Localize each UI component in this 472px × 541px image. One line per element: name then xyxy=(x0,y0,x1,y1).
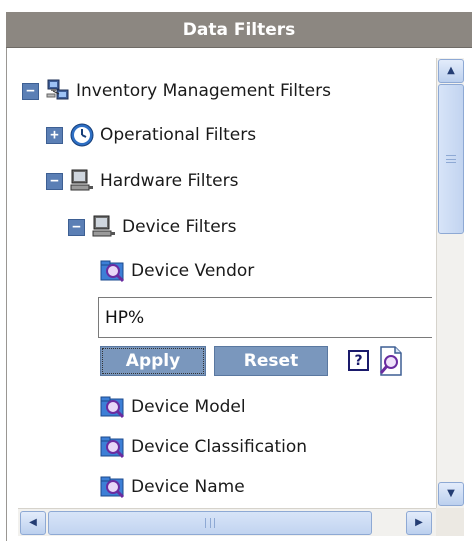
tree-node-label: Inventory Management Filters xyxy=(76,81,331,101)
search-folder-icon xyxy=(100,476,125,499)
tree-node-device-classification[interactable]: Device Classification xyxy=(100,432,307,462)
collapse-toggle[interactable]: − xyxy=(22,82,39,100)
panel-title: Data Filters xyxy=(6,12,472,48)
collapse-toggle[interactable]: − xyxy=(46,172,63,190)
search-folder-icon xyxy=(100,260,125,283)
computer-icon xyxy=(92,215,115,237)
collapse-toggle[interactable]: − xyxy=(68,218,85,236)
tree-node-device-vendor[interactable]: Device Vendor xyxy=(100,256,254,286)
apply-button[interactable]: Apply xyxy=(100,346,206,376)
search-document-icon[interactable] xyxy=(376,345,406,377)
search-folder-icon xyxy=(100,396,125,419)
grip-icon xyxy=(446,155,456,163)
tree-node-operational-filters[interactable]: + Operational Filters xyxy=(46,120,256,150)
tree-node-hardware-filters[interactable]: − Hardware Filters xyxy=(46,166,238,196)
chevron-right-icon: ▶ xyxy=(415,517,423,528)
device-vendor-input[interactable] xyxy=(98,297,432,338)
reset-button[interactable]: Reset xyxy=(214,346,328,376)
tree-node-label: Device Name xyxy=(131,477,245,497)
tree-node-device-name[interactable]: Device Name xyxy=(100,472,245,502)
search-folder-icon xyxy=(100,436,125,459)
tree-node-label: Operational Filters xyxy=(100,125,257,145)
network-computers-icon xyxy=(46,79,69,100)
tree-node-label: Device Classification xyxy=(131,437,308,457)
tree-node-label: Hardware Filters xyxy=(100,171,239,191)
grip-icon xyxy=(205,518,215,528)
help-icon[interactable]: ? xyxy=(348,350,369,371)
scroll-down-button[interactable]: ▼ xyxy=(438,482,464,506)
vertical-scrollbar[interactable]: ▲ ▼ xyxy=(436,58,464,508)
scroll-up-button[interactable]: ▲ xyxy=(438,59,464,83)
horizontal-scrollbar[interactable]: ◀ ▶ xyxy=(18,508,436,536)
clock-icon xyxy=(70,123,94,147)
scrollbar-corner xyxy=(436,508,464,536)
scroll-right-button[interactable]: ▶ xyxy=(406,511,432,535)
chevron-down-icon: ▼ xyxy=(447,488,455,499)
chevron-up-icon: ▲ xyxy=(447,65,455,76)
tree-node-label: Device Vendor xyxy=(131,261,255,281)
tree-node-device-filters[interactable]: − Device Filters xyxy=(68,212,237,242)
horizontal-scroll-thumb[interactable] xyxy=(48,511,372,535)
filter-tree: − Inventory Management Filters + Operati… xyxy=(18,58,432,508)
tree-node-label: Device Model xyxy=(131,397,246,417)
computer-icon xyxy=(70,169,93,191)
data-filters-panel: Data Filters − Inventory Management Filt… xyxy=(0,0,472,541)
tree-node-label: Device Filters xyxy=(122,217,237,237)
chevron-left-icon: ◀ xyxy=(29,517,37,528)
tree-node-device-model[interactable]: Device Model xyxy=(100,392,246,422)
vertical-scroll-thumb[interactable] xyxy=(438,84,464,234)
tree-node-inventory-management[interactable]: − Inventory Management Filters xyxy=(22,76,331,106)
scroll-left-button[interactable]: ◀ xyxy=(20,511,46,535)
expand-toggle[interactable]: + xyxy=(46,126,63,144)
